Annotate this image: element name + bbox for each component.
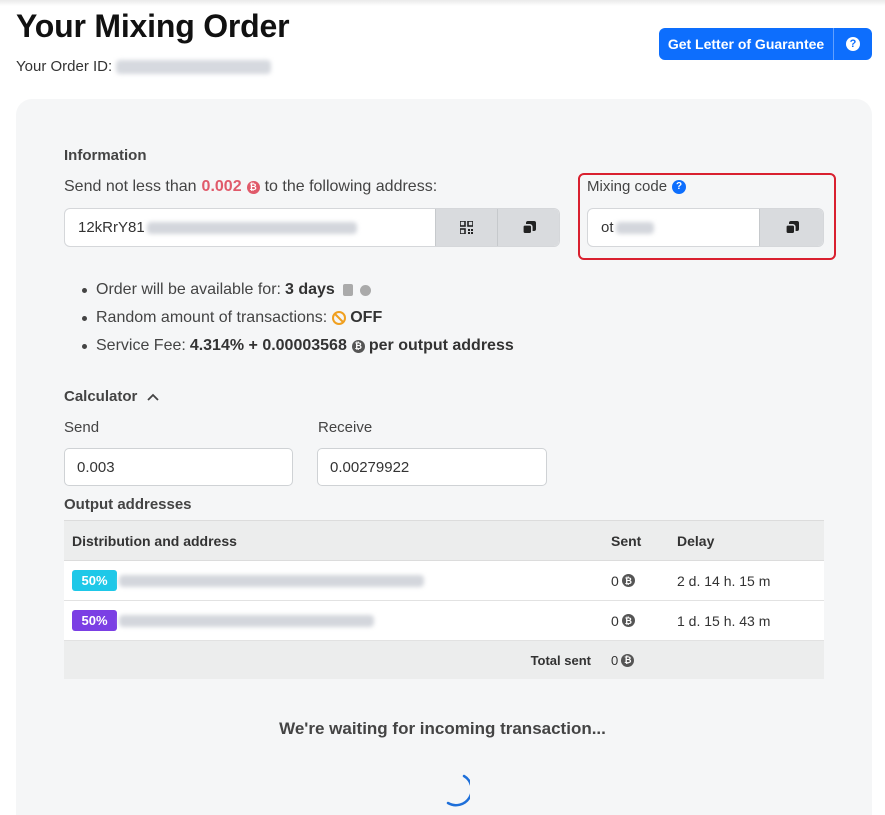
availability-label: Order will be available for:	[96, 281, 281, 298]
order-details-list: Order will be available for: 3 days Rand…	[80, 276, 514, 360]
receive-input[interactable]: 0.00279922	[317, 448, 547, 486]
output-addresses-heading: Output addresses	[64, 496, 192, 513]
order-id-label: Your Order ID:	[16, 58, 113, 75]
page-title: Your Mixing Order	[16, 8, 290, 44]
output-address-redacted	[119, 574, 424, 587]
table-header: Distribution and address Sent Delay	[64, 520, 824, 561]
min-amount: 0.002	[201, 178, 242, 195]
bitcoin-icon: ₿	[351, 339, 365, 353]
mixing-code-redacted	[615, 221, 654, 234]
mixing-code-prefix: ot	[601, 219, 614, 236]
sent-value: 0	[611, 572, 619, 589]
information-heading: Information	[64, 147, 147, 164]
copy-address-button[interactable]	[497, 209, 559, 246]
trash-icon[interactable]	[342, 284, 353, 296]
sent-value: 0	[611, 612, 619, 629]
deposit-address-group: 12kRrY81	[64, 208, 560, 247]
send-suffix: to the following address:	[264, 178, 438, 195]
total-sent-label: Total sent	[530, 652, 591, 668]
service-fee-suffix: per output address	[368, 337, 514, 354]
loading-spinner-icon	[446, 774, 470, 807]
qr-code-button[interactable]	[435, 209, 497, 246]
guarantee-help-button[interactable]: ?	[834, 37, 872, 51]
calculator-toggle[interactable]: Calculator	[64, 388, 159, 405]
copy-mixing-code-button[interactable]	[759, 209, 823, 246]
deposit-address-field[interactable]: 12kRrY81	[65, 209, 435, 246]
order-id-value-redacted	[116, 59, 272, 74]
delay-cell: 2 d. 14 h. 15 m	[677, 572, 771, 589]
chevron-up-icon	[147, 393, 159, 401]
distribution-cell: 50%	[64, 570, 604, 591]
availability-value: 3 days	[284, 281, 335, 298]
mixing-code-field[interactable]: ot	[588, 209, 759, 246]
total-sent-cell: 0 ₿	[604, 653, 677, 668]
send-label: Send	[64, 419, 100, 436]
copy-icon	[521, 220, 536, 235]
copy-icon	[784, 220, 799, 235]
column-sent: Sent	[611, 532, 642, 549]
qr-code-icon	[460, 221, 473, 234]
calculator-heading: Calculator	[64, 388, 138, 405]
mixing-code-help-icon[interactable]: ?	[672, 179, 687, 194]
send-instruction: Send not less than 0.002 ₿ to the follow…	[64, 178, 437, 196]
bitcoin-icon: ₿	[246, 180, 260, 194]
receive-label: Receive	[318, 419, 373, 436]
guarantee-button-label: Get Letter of Guarantee	[659, 28, 834, 60]
send-prefix: Send not less than	[64, 178, 197, 195]
service-fee-label: Service Fee:	[96, 337, 186, 354]
mixing-code-group: ot	[587, 208, 824, 247]
bitcoin-icon: ₿	[621, 653, 635, 667]
send-input[interactable]: 0.003	[64, 448, 293, 486]
column-address: Distribution and address	[72, 532, 237, 549]
output-address-redacted	[119, 614, 374, 627]
service-fee-value: 4.314% + 0.00003568	[189, 337, 347, 354]
mixing-code-label: Mixing code	[587, 178, 668, 195]
bitcoin-icon: ₿	[621, 614, 635, 627]
question-icon: ?	[846, 37, 860, 51]
service-fee-item: Service Fee: 4.314% + 0.00003568 ₿ per o…	[80, 332, 514, 360]
random-amount-label: Random amount of transactions:	[96, 309, 328, 326]
output-addresses-table: Distribution and address Sent Delay 50% …	[64, 520, 824, 679]
random-amount-value: OFF	[350, 309, 383, 326]
prohibited-icon	[332, 311, 347, 325]
stopwatch-icon[interactable]	[359, 284, 371, 296]
column-delay: Delay	[677, 532, 715, 549]
table-row: 50% 0 ₿ 1 d. 15 h. 43 m	[64, 601, 824, 641]
top-shadow	[0, 0, 885, 6]
table-footer: Total sent 0 ₿	[64, 641, 824, 679]
order-id: Your Order ID:	[16, 58, 272, 75]
distribution-cell: 50%	[64, 610, 604, 631]
sent-cell: 0 ₿	[604, 613, 677, 629]
waiting-status: We're waiting for incoming transaction..…	[279, 719, 606, 738]
table-row: 50% 0 ₿ 2 d. 14 h. 15 m	[64, 561, 824, 601]
deposit-address-redacted	[146, 221, 357, 234]
sent-cell: 0 ₿	[604, 573, 677, 589]
random-amount-item: Random amount of transactions: OFF	[80, 304, 514, 332]
availability-item: Order will be available for: 3 days	[80, 276, 514, 304]
get-letter-of-guarantee-button[interactable]: Get Letter of Guarantee ?	[659, 28, 872, 60]
mixing-code-label-row: Mixing code ?	[587, 178, 687, 195]
total-sent-value: 0	[611, 652, 619, 668]
delay-cell: 1 d. 15 h. 43 m	[677, 612, 771, 629]
percent-badge: 50%	[72, 610, 117, 631]
deposit-address-prefix: 12kRrY81	[78, 219, 145, 236]
percent-badge: 50%	[72, 570, 117, 591]
bitcoin-icon: ₿	[621, 574, 635, 587]
